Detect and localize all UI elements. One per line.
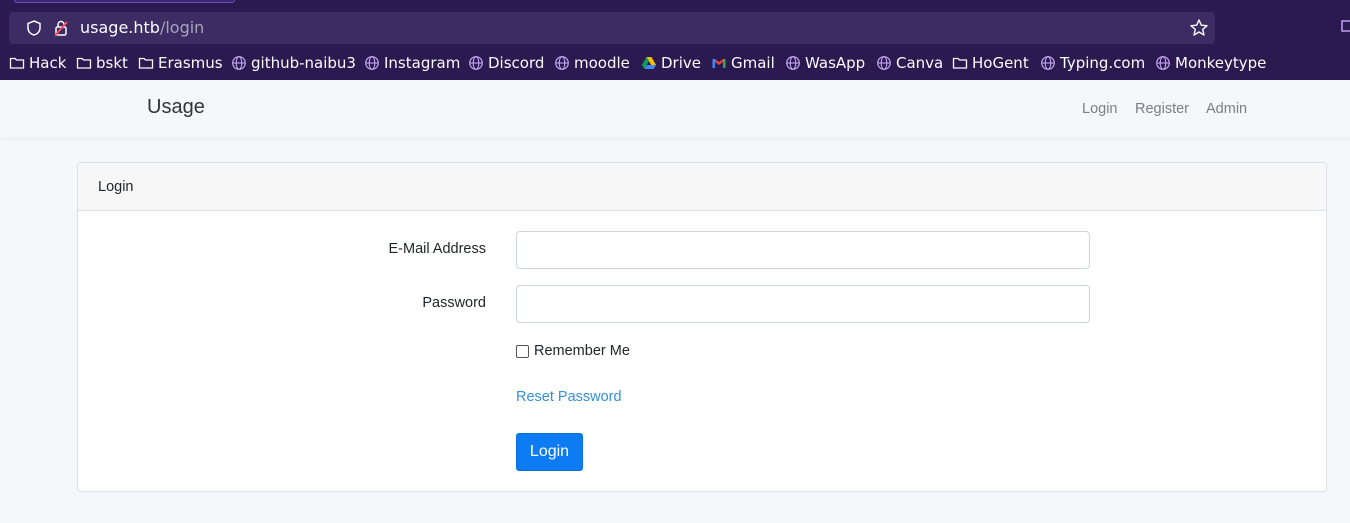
bookmark-monkeytype[interactable]: Monkeytype [1155,50,1266,76]
bookmark-hack[interactable]: Hack [9,50,66,76]
bookmark-bskt[interactable]: bskt [76,50,128,76]
bookmark-label: moodle [574,54,630,72]
bookmark-label: Canva [896,54,944,72]
bookmarks-bar: Hack bskt Erasmus github-naibu3 Instagra… [0,50,1350,78]
lock-insecure-icon[interactable] [52,19,70,37]
globe-icon [1156,56,1170,70]
bookmark-instagram[interactable]: Instagram [364,50,460,76]
email-label: E-Mail Address [388,241,486,257]
nav-admin-link[interactable]: Admin [1206,101,1247,117]
brand-link[interactable]: Usage [147,96,205,119]
bookmark-drive[interactable]: Drive [641,50,701,76]
login-card: Login E-Mail Address Password Remember M… [77,162,1327,492]
browser-chrome: usage.htb/login Hack bskt Erasmus github… [0,0,1350,80]
bookmark-erasmus[interactable]: Erasmus [138,50,223,76]
bookmark-hogent[interactable]: HoGent [952,50,1029,76]
globe-icon [469,56,483,70]
remember-me-row: Remember Me [516,343,630,359]
bookmark-label: HoGent [972,54,1029,72]
folder-icon [138,57,154,69]
bookmark-label: Gmail [731,54,775,72]
login-button[interactable]: Login [516,433,583,471]
bookmark-github-naibu3[interactable]: github-naibu3 [231,50,356,76]
bookmark-label: Typing.com [1060,54,1146,72]
nav-register-link[interactable]: Register [1135,101,1189,117]
url-text[interactable]: usage.htb/login [80,18,204,38]
card-header: Login [78,163,1326,211]
nav-login-link[interactable]: Login [1082,101,1117,117]
bookmark-label: Monkeytype [1175,54,1267,72]
gmail-icon [712,59,726,68]
globe-icon [232,56,246,70]
globe-icon [786,56,800,70]
bookmark-label: Erasmus [158,54,223,72]
folder-icon [9,57,25,69]
bookmark-label: Instagram [384,54,461,72]
globe-icon [877,56,891,70]
folder-icon [76,57,92,69]
bookmark-label: github-naibu3 [251,54,356,72]
bookmark-discord[interactable]: Discord [468,50,544,76]
globe-icon [555,56,569,70]
url-host: usage.htb [80,18,160,37]
remember-me-checkbox[interactable] [516,344,529,358]
globe-icon [365,56,379,70]
drive-icon [642,57,656,69]
active-tab[interactable] [14,0,235,3]
remember-me-label[interactable]: Remember Me [534,343,630,359]
bookmark-label: WasApp [805,54,866,72]
url-path: /login [159,18,205,37]
email-field[interactable] [516,231,1090,269]
bookmark-gmail[interactable]: Gmail [711,50,775,76]
url-bar[interactable]: usage.htb/login [9,12,1215,44]
extension-icon[interactable] [1340,18,1350,34]
shield-icon[interactable] [25,19,43,37]
folder-icon [952,57,968,69]
reset-password-link[interactable]: Reset Password [516,389,622,405]
bookmark-label: Hack [29,54,67,72]
password-field[interactable] [516,285,1090,323]
bookmark-label: Drive [661,54,701,72]
site-navbar: Usage Login Register Admin [0,80,1350,138]
password-label: Password [422,295,486,311]
star-bookmark-icon[interactable] [1189,18,1209,38]
bookmark-typing[interactable]: Typing.com [1040,50,1145,76]
bookmark-canva[interactable]: Canva [876,50,943,76]
bookmark-label: Discord [488,54,545,72]
bookmark-label: bskt [96,54,128,72]
bookmark-wasapp[interactable]: WasApp [785,50,865,76]
globe-icon [1041,56,1055,70]
bookmark-moodle[interactable]: moodle [554,50,630,76]
